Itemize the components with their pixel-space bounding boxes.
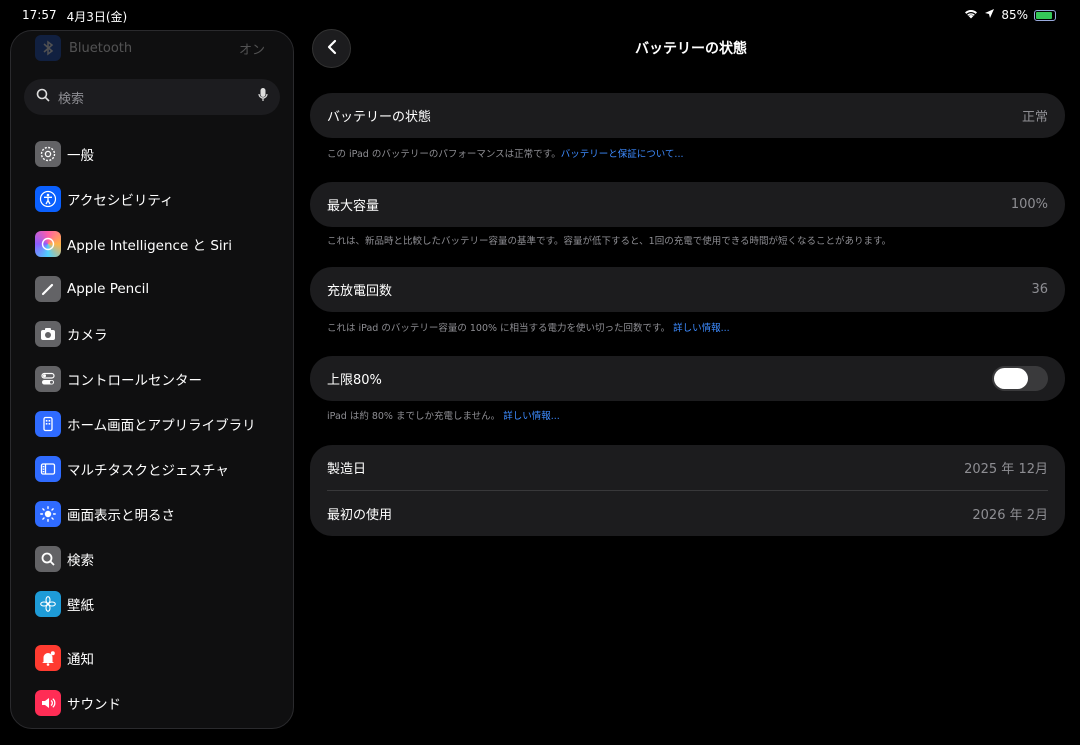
- max-capacity-group: 最大容量 100%: [310, 182, 1065, 227]
- sidebar-item-bluetooth[interactable]: Bluetooth オン: [35, 33, 265, 63]
- microphone-icon[interactable]: [258, 87, 268, 107]
- footnote-text: iPad は約 80% までしか充電しません。: [327, 411, 501, 422]
- row-label: 充放電回数: [327, 284, 393, 299]
- magnifier-icon: [35, 545, 61, 572]
- flower-icon: [35, 590, 61, 617]
- cycle-count-group: 充放電回数 36: [310, 267, 1065, 312]
- sidebar-item-apple-pencil[interactable]: Apple Pencil: [11, 266, 293, 311]
- battery-warranty-link[interactable]: バッテリーと保証について...: [561, 149, 684, 160]
- sidebar-item-label: 画面表示と明るさ: [67, 507, 175, 524]
- speaker-icon: [35, 689, 61, 716]
- status-bar: 17:57 4月3日(金) 85%: [0, 0, 1080, 30]
- charge-limit-group: 上限80%: [310, 356, 1065, 401]
- sidebar-item-notifications[interactable]: 通知: [11, 635, 293, 680]
- sidebar-item-accessibility[interactable]: アクセシビリティ: [11, 176, 293, 221]
- sidebar-item-label: ホーム画面とアプリライブラリ: [67, 417, 256, 434]
- sidebar-item-label: Apple Intelligence と Siri: [67, 237, 232, 254]
- bluetooth-status: オン: [238, 42, 265, 58]
- search-icon: [36, 88, 50, 106]
- sidebar-item-label: サウンド: [67, 696, 121, 713]
- sidebar-item-label: マルチタスクとジェスチャ: [67, 462, 229, 479]
- sidebar-item-label: カメラ: [67, 327, 108, 344]
- siri-icon: [35, 230, 61, 257]
- sidebar-item-multitasking[interactable]: マルチタスクとジェスチャ: [11, 446, 293, 491]
- sidebar-item-label: 壁紙: [67, 597, 94, 614]
- max-capacity-footnote: これは、新品時と比較したバッテリー容量の基準です。容量が低下すると、1回の充電で…: [327, 236, 892, 247]
- sidebar-item-camera[interactable]: カメラ: [11, 311, 293, 356]
- page-title: バッテリーの状態: [635, 41, 747, 57]
- battery-icon: [1034, 9, 1056, 21]
- status-time: 17:57: [22, 8, 57, 22]
- camera-icon: [35, 320, 61, 347]
- row-value: 2026 年 2月: [972, 508, 1048, 523]
- cycle-count-footnote: これは iPad のバッテリー容量の 100% に相当する電力を使い切った回数で…: [327, 320, 730, 334]
- sidebar-item-label: Apple Pencil: [67, 280, 150, 297]
- sidebar-item-label: 一般: [67, 147, 94, 164]
- sidebar-item-display[interactable]: 画面表示と明るさ: [11, 491, 293, 536]
- battery-dates-group: 製造日 2025 年 12月 最初の使用 2026 年 2月: [310, 445, 1065, 536]
- row-label: 製造日: [327, 462, 367, 477]
- learn-more-link[interactable]: 詳しい情報...: [503, 411, 560, 422]
- sidebar-item-label: Bluetooth: [69, 40, 133, 56]
- row-value: 100%: [1010, 197, 1048, 212]
- sidebar-item-search[interactable]: 検索: [11, 536, 293, 581]
- footnote-text: この iPad のバッテリーのパフォーマンスは正常です。: [327, 149, 561, 160]
- switches-icon: [35, 365, 61, 392]
- manufacture-date-row: 製造日 2025 年 12月: [310, 445, 1065, 490]
- sidebar-item-label: アクセシビリティ: [67, 192, 174, 209]
- first-use-row: 最初の使用 2026 年 2月: [310, 491, 1065, 536]
- charge-limit-footnote: iPad は約 80% までしか充電しません。 詳しい情報...: [327, 408, 560, 422]
- sidebar-item-label: コントロールセンター: [67, 372, 202, 389]
- max-capacity-row: 最大容量 100%: [310, 182, 1065, 227]
- battery-health-row: バッテリーの状態 正常: [310, 93, 1065, 138]
- row-label: 最大容量: [327, 199, 380, 214]
- wifi-icon: [964, 8, 978, 22]
- gear-icon: [35, 140, 61, 167]
- accessibility-icon: [35, 185, 61, 212]
- search-placeholder: 検索: [58, 91, 85, 107]
- sidebar-item-siri[interactable]: Apple Intelligence と Siri: [11, 221, 293, 266]
- charge-limit-toggle[interactable]: [992, 366, 1048, 391]
- location-icon: [984, 8, 995, 22]
- footnote-text: これは iPad のバッテリー容量の 100% に相当する電力を使い切った回数で…: [327, 323, 671, 334]
- status-date: 4月3日(金): [66, 10, 128, 24]
- sidebar-item-label: 通知: [67, 651, 94, 668]
- row-value: 2025 年 12月: [964, 462, 1048, 477]
- sidebar-item-label: 検索: [67, 552, 94, 569]
- cycle-count-row: 充放電回数 36: [310, 267, 1065, 312]
- multitask-icon: [35, 455, 61, 482]
- settings-menu: 一般 アクセシビリティ Apple Intelligence と Siri Ap…: [11, 131, 293, 725]
- settings-sidebar: Bluetooth オン 検索 一般 アクセシビリティ Apple Intell…: [10, 30, 294, 729]
- row-value: 36: [1031, 282, 1048, 297]
- bell-icon: [35, 644, 61, 671]
- bluetooth-icon: [35, 35, 61, 61]
- sidebar-item-sounds[interactable]: サウンド: [11, 680, 293, 725]
- learn-more-link[interactable]: 詳しい情報...: [673, 323, 730, 334]
- charge-limit-row: 上限80%: [310, 356, 1065, 401]
- battery-percent: 85%: [1001, 8, 1028, 22]
- battery-health-group: バッテリーの状態 正常: [310, 93, 1065, 138]
- row-label: 上限80%: [327, 373, 382, 388]
- battery-health-footnote: この iPad のバッテリーのパフォーマンスは正常です。バッテリーと保証について…: [327, 146, 683, 160]
- search-field[interactable]: 検索: [24, 79, 280, 115]
- home-screen-icon: [35, 410, 61, 437]
- sidebar-item-control-center[interactable]: コントロールセンター: [11, 356, 293, 401]
- sidebar-item-wallpaper[interactable]: 壁紙: [11, 581, 293, 626]
- sidebar-item-general[interactable]: 一般: [11, 131, 293, 176]
- row-label: バッテリーの状態: [327, 110, 432, 125]
- sun-icon: [35, 500, 61, 527]
- pencil-icon: [35, 275, 61, 302]
- toggle-knob: [994, 368, 1028, 389]
- sidebar-item-home-screen[interactable]: ホーム画面とアプリライブラリ: [11, 401, 293, 446]
- row-value: 正常: [1021, 110, 1048, 125]
- row-label: 最初の使用: [327, 508, 393, 523]
